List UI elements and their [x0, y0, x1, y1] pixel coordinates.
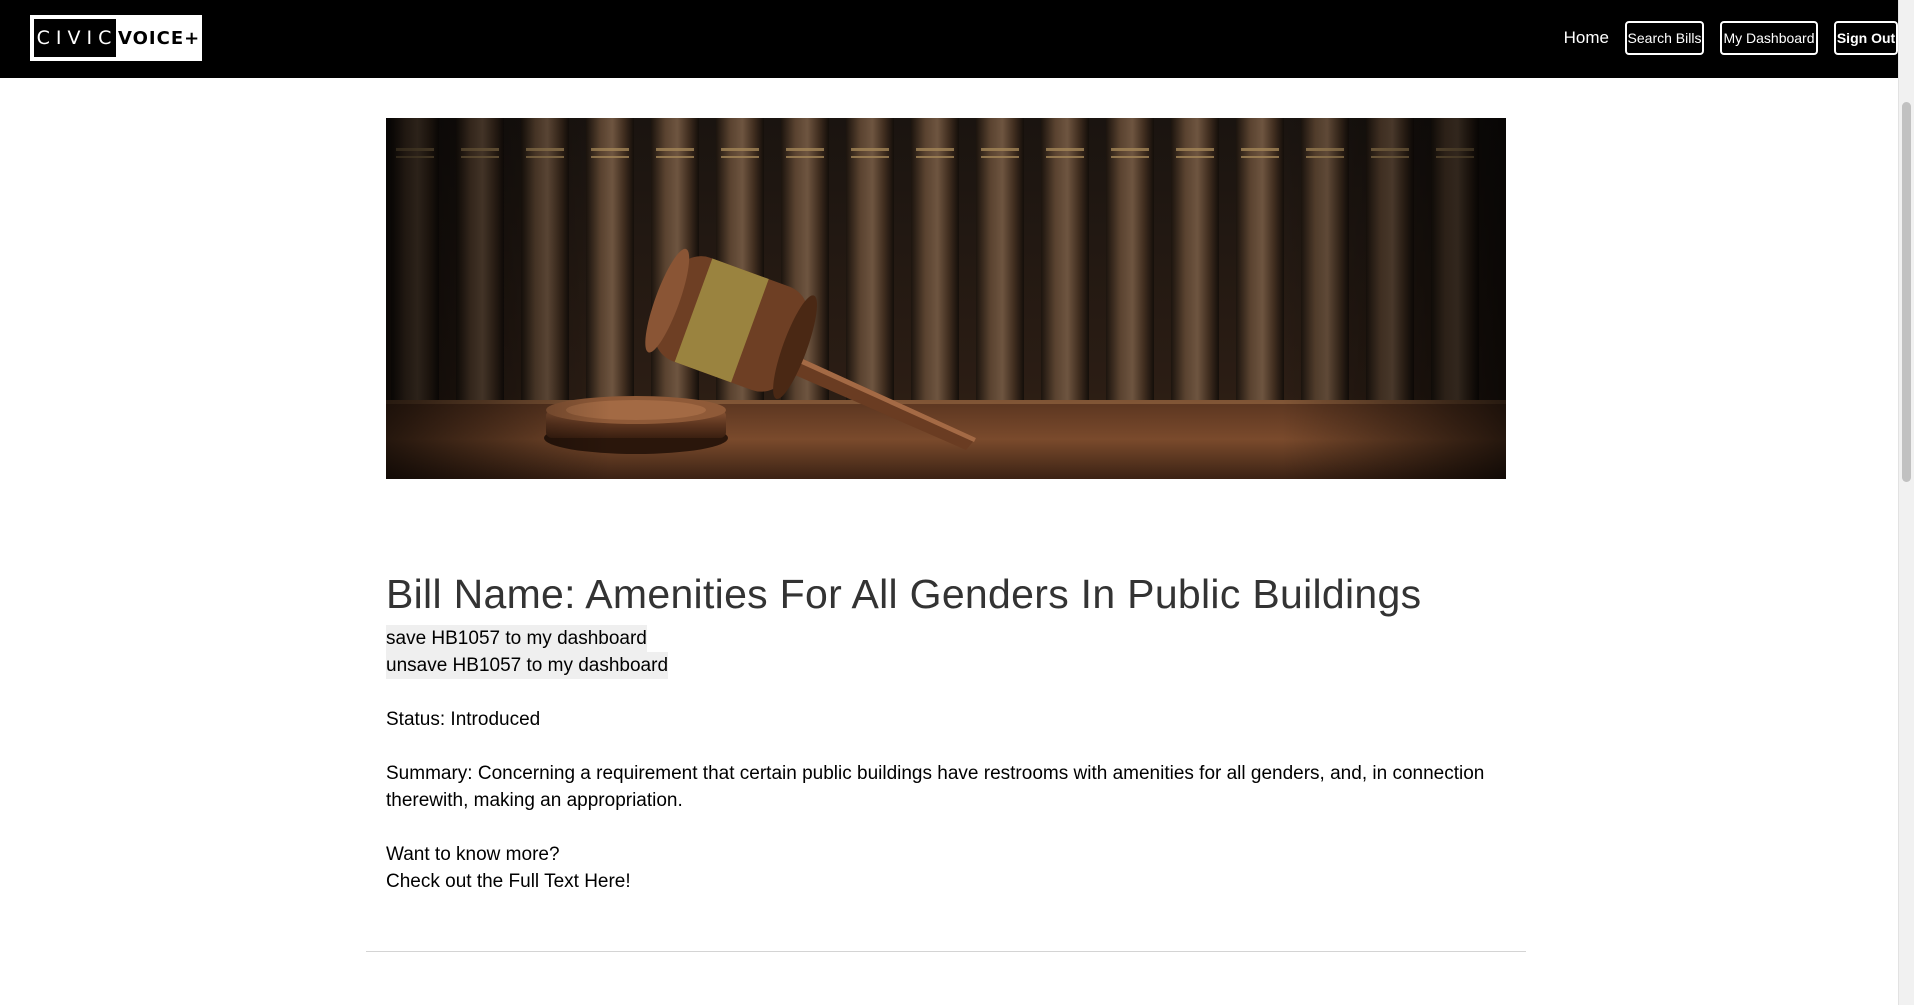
- my-dashboard-button[interactable]: My Dashboard: [1720, 21, 1818, 55]
- bill-summary: Summary: Concerning a requirement that c…: [386, 763, 1485, 812]
- more-info: Want to know more? Check out the Full Te…: [386, 841, 1506, 895]
- content-divider: [366, 951, 1526, 952]
- full-text-link[interactable]: Check out the Full Text Here!: [386, 871, 631, 892]
- gavel-books-hero-image: [386, 118, 1506, 479]
- nav-links: Home Search Bills My Dashboard Sign Out: [1564, 20, 1898, 56]
- sign-out-button[interactable]: Sign Out: [1834, 21, 1898, 55]
- save-bill-button[interactable]: save HB1057 to my dashboard: [386, 625, 647, 653]
- bill-detail: Bill Name: Amenities For All Genders In …: [386, 118, 1506, 895]
- save-actions: save HB1057 to my dashboard unsave HB105…: [386, 625, 669, 680]
- nav-home-link[interactable]: Home: [1564, 28, 1609, 48]
- unsave-bill-button[interactable]: unsave HB1057 to my dashboard: [386, 652, 669, 680]
- top-navbar: CIVIC VOICE+ Home Search Bills My Dashbo…: [0, 0, 1898, 78]
- page-scrollbar[interactable]: [1898, 0, 1914, 1005]
- scrollbar-thumb[interactable]: [1902, 102, 1911, 482]
- logo-civic-text: CIVIC: [32, 17, 118, 59]
- civic-voice-logo[interactable]: CIVIC VOICE+: [30, 15, 202, 61]
- bill-status: Status: Introduced: [386, 709, 541, 731]
- more-info-prompt: Want to know more?: [386, 844, 560, 866]
- search-bills-button[interactable]: Search Bills: [1625, 21, 1704, 55]
- logo-voice-text: VOICE+: [118, 17, 201, 59]
- bill-title: Bill Name: Amenities For All Genders In …: [386, 571, 1422, 617]
- page: CIVIC VOICE+ Home Search Bills My Dashbo…: [0, 0, 1914, 1005]
